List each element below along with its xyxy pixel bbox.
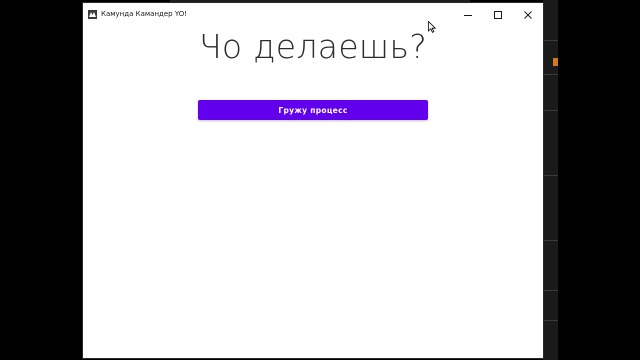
background-divider [543,290,558,291]
page-title: Чо делаешь? [198,27,428,66]
load-process-button[interactable]: Гружу процесс [198,100,428,120]
mouse-cursor-icon [428,18,437,33]
background-divider [543,40,558,41]
maximize-button[interactable] [483,3,513,25]
background-divider [543,110,558,111]
minimize-icon [463,5,473,24]
background-divider [543,320,558,321]
background-accent-mark [553,58,558,66]
title-bar[interactable]: Камунда Камандер YO! [83,3,543,25]
minimize-button[interactable] [453,3,483,25]
close-button[interactable] [513,3,543,25]
background-divider [543,175,558,176]
app-window: Камунда Камандер YO! Чо делаешь? Гружу п… [83,3,543,358]
maximize-icon [493,5,503,24]
app-logo-icon [88,9,97,19]
background-divider [543,74,558,75]
background-divider [543,240,558,241]
window-controls [453,3,543,25]
background-side-panel [543,0,558,360]
close-icon [523,5,533,24]
window-title: Камунда Камандер YO! [101,10,188,18]
